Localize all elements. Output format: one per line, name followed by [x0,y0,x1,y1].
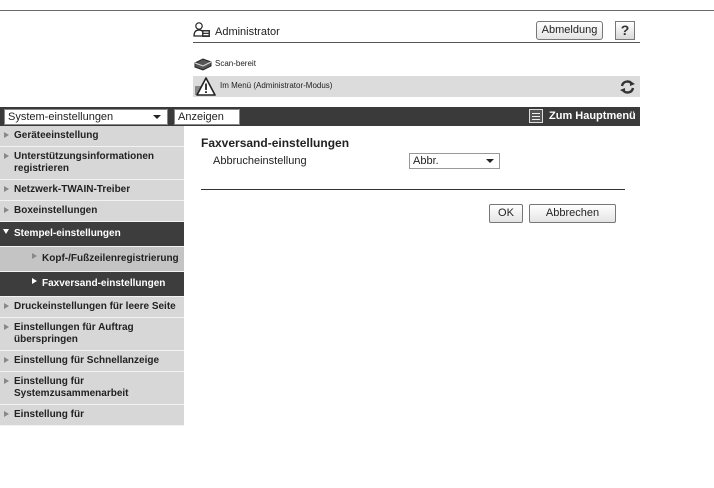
chevron-right-icon [32,253,37,259]
logout-button[interactable]: Abmeldung [536,21,603,40]
chevron-right-icon [4,411,9,417]
chevron-down-icon [153,115,161,119]
abbruch-select-value: Abbr. [413,155,439,167]
sidebar-item-auftrag-ueberspringen[interactable]: Einstellungen für Auftrag überspringen [0,318,184,351]
sidebar-item-label: Einstellung für Schnellanzeige [14,355,160,366]
show-button[interactable]: Anzeigen [174,109,240,125]
refresh-icon[interactable] [619,79,636,95]
header-top-border [0,10,714,11]
device-status-label: Scan-bereit [215,59,256,68]
sidebar-item-druckeinstellungen-leere-seite[interactable]: Druckeinstellungen für leere Seite [0,297,184,318]
category-select[interactable]: System-einstellungen [4,109,168,125]
sidebar-item-unterstuetzungsinformationen[interactable]: Unterstützungsinformationen registrieren [0,147,184,180]
sidebar-item-label: Kopf-/Fußzeilenregistrierung [42,253,179,264]
toolbar: System-einstellungen Anzeigen Zum Hauptm… [0,107,640,126]
help-button[interactable]: ? [615,21,635,40]
chevron-right-icon [4,153,9,159]
sidebar-subitem-faxversand[interactable]: Faxversand-einstellungen [0,272,184,297]
chevron-right-icon [4,357,9,363]
sidebar-item-stempel-einstellungen[interactable]: Stempel-einstellungen [0,222,184,247]
chevron-right-icon [4,324,9,330]
sidebar: Geräteeinstellung Unterstützungsinformat… [0,126,184,426]
sidebar-item-boxeinstellungen[interactable]: Boxeinstellungen [0,201,184,222]
abbruch-select[interactable]: Abbr. [409,153,500,169]
setting-label: Abbrucheinstellung [213,155,307,167]
chevron-right-icon [4,303,9,309]
cancel-button[interactable]: Abbrechen [529,204,616,223]
scanner-icon [194,58,212,71]
main-menu-icon [529,109,543,123]
main-menu-label: Zum Hauptmenü [549,110,636,122]
sidebar-item-einstellung-fuer[interactable]: Einstellung für [0,405,184,426]
sidebar-item-label: Einstellungen für Auftrag überspringen [14,322,134,345]
sidebar-item-netzwerk-twain[interactable]: Netzwerk-TWAIN-Treiber [0,180,184,201]
chevron-right-icon [4,207,9,213]
admin-user-label: Administrator [215,26,280,38]
sidebar-item-label: Geräteeinstellung [14,130,99,141]
sidebar-item-geraeteeinstellung[interactable]: Geräteeinstellung [0,126,184,147]
sidebar-item-schnellanzeige[interactable]: Einstellung für Schnellanzeige [0,351,184,372]
sidebar-item-label: Stempel-einstellungen [14,228,121,239]
sidebar-item-label: Einstellung für [14,409,84,420]
sidebar-item-label: Unterstützungsinformationen registrieren [14,151,154,174]
mode-bar: Im Menü (Administrator-Modus) [193,76,640,97]
user-bar: Administrator Abmeldung ? [193,21,640,43]
sidebar-subitem-kopf-fusszeilen[interactable]: Kopf-/Fußzeilenregistrierung [0,247,184,272]
chevron-right-icon [4,186,9,192]
admin-user-icon [193,22,210,37]
page-title: Faxversand-einstellungen [201,136,350,150]
sidebar-item-label: Boxeinstellungen [14,205,98,216]
mode-label: Im Menü (Administrator-Modus) [220,81,333,90]
warning-icon [195,77,216,96]
ok-button[interactable]: OK [489,204,523,223]
sidebar-item-label: Faxversand-einstellungen [42,278,166,289]
chevron-right-icon [4,378,9,384]
chevron-right-icon [32,278,37,284]
sidebar-item-label: Netzwerk-TWAIN-Treiber [14,184,131,195]
sidebar-item-label: Einstellung für Systemzusammenarbeit [14,376,129,399]
sidebar-item-label: Druckeinstellungen für leere Seite [14,301,176,312]
chevron-down-icon [3,229,9,234]
content-divider [201,189,625,190]
category-select-value: System-einstellungen [8,111,114,123]
chevron-right-icon [4,132,9,138]
chevron-down-icon [486,159,494,163]
sidebar-item-systemzusammenarbeit[interactable]: Einstellung für Systemzusammenarbeit [0,372,184,405]
